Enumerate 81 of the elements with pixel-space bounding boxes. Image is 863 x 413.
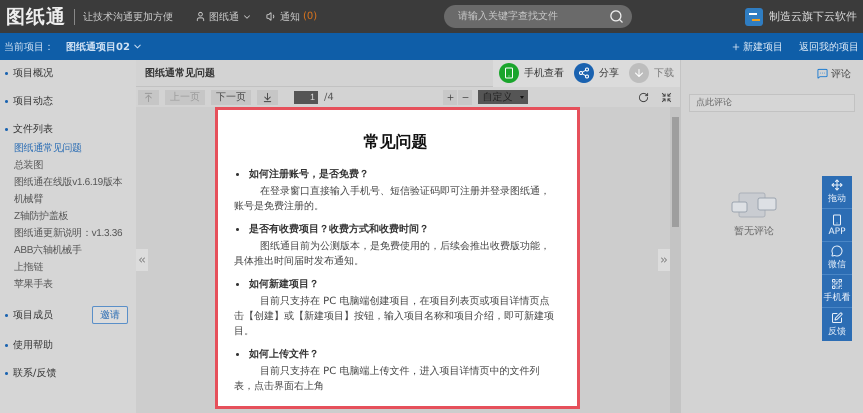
- bullet-icon: [5, 344, 8, 346]
- comments-title: 评论: [831, 68, 851, 80]
- search-input[interactable]: 请输入关键字查找文件: [456, 10, 610, 23]
- back-link[interactable]: 返回我的项目: [799, 40, 859, 54]
- answer: 目前只支持在 PC 电脑端上传文件，进入项目详情页中的文件列表，点击界面右上角: [234, 364, 540, 394]
- double-chevron-right-icon: [659, 255, 669, 265]
- file-item[interactable]: 图纸通更新说明：v1.3.36: [14, 226, 136, 240]
- refresh-icon[interactable]: [638, 92, 649, 102]
- new-project-link[interactable]: 新建项目: [731, 40, 783, 54]
- document-heading: 常见问题: [362, 132, 428, 153]
- bullet-icon: [236, 172, 239, 176]
- file-item[interactable]: 机械臂: [14, 192, 136, 206]
- search-icon[interactable]: [609, 9, 624, 24]
- download-icon: [629, 63, 649, 83]
- last-page-icon: [262, 92, 273, 102]
- brand-logo-icon: [744, 8, 763, 26]
- brand-name: 制造云旗下云软件: [768, 9, 857, 24]
- current-project-label: 当前项目：: [4, 40, 54, 54]
- expand-right-button[interactable]: [658, 249, 670, 271]
- page-total: /4: [324, 92, 334, 102]
- phone-icon: [831, 214, 843, 226]
- plus-icon: [731, 42, 741, 52]
- zoom-in-button[interactable]: [443, 90, 458, 104]
- qr-code-icon: [831, 278, 843, 290]
- first-page-icon: [143, 92, 154, 102]
- bullet-icon: [5, 72, 8, 74]
- bullet-icon: [5, 128, 8, 130]
- file-item[interactable]: ABB六轴机械手: [14, 243, 136, 257]
- double-chevron-left-icon: [137, 255, 147, 265]
- app-logo: 图纸通: [6, 4, 66, 30]
- sidebar-item[interactable]: 联系/反馈: [13, 366, 56, 380]
- sidebar-item[interactable]: 使用帮助: [13, 338, 53, 352]
- empty-comments-text: 暂无评论: [734, 224, 774, 238]
- speaker-icon: [266, 11, 277, 22]
- question: 如何上传文件？: [249, 348, 319, 361]
- file-item[interactable]: 图纸通在线版v1.6.19版本: [14, 175, 136, 189]
- user-menu[interactable]: 图纸通: [195, 10, 252, 24]
- plus-icon: [446, 92, 455, 102]
- bullet-icon: [236, 228, 239, 230]
- phone-button[interactable]: 手机查看: [499, 63, 564, 83]
- bullet-icon: [5, 372, 8, 374]
- file-item[interactable]: 苹果手表: [14, 277, 136, 291]
- search-field[interactable]: 请输入关键字查找文件: [444, 5, 632, 28]
- move-icon: [831, 179, 843, 191]
- next-page-button[interactable]: 下一页: [211, 90, 251, 104]
- bullet-icon: [5, 100, 8, 102]
- share-button[interactable]: 分享: [574, 63, 619, 83]
- sidebar-item[interactable]: 项目成员: [13, 308, 53, 322]
- sidebar-item[interactable]: 项目动态: [13, 94, 53, 108]
- phone-icon: [499, 63, 519, 83]
- question: 如何注册账号，是否免费？: [249, 167, 369, 181]
- share-icon: [574, 63, 594, 83]
- document-title: 图纸通常见问题: [145, 66, 215, 80]
- file-item[interactable]: Z轴防护盖板: [14, 209, 136, 223]
- zoom-out-button[interactable]: [458, 90, 472, 104]
- file-item[interactable]: 图纸通常见问题: [14, 141, 136, 155]
- question: 是否有收费项目？收费方式和收费时间？: [249, 222, 429, 236]
- bullet-icon: [236, 352, 239, 356]
- answer: 图纸通目前为公测版本，是免费使用的，后续会推出收费版功能，具体推出时间届时发布通知。: [234, 240, 551, 269]
- file-item[interactable]: 上拖链: [14, 260, 136, 274]
- notice-link[interactable]: 通知 (0): [266, 10, 318, 24]
- bullet-icon: [236, 282, 239, 286]
- slogan: 让技术沟通更加方便: [83, 10, 173, 24]
- sidebar-item[interactable]: 项目概况: [13, 66, 53, 80]
- last-page-button[interactable]: [257, 90, 278, 104]
- invite-button[interactable]: 邀请: [92, 306, 128, 324]
- sidebar-item[interactable]: 文件列表: [13, 122, 53, 136]
- page-number-field[interactable]: 1: [294, 90, 318, 104]
- comment-field[interactable]: 点此评论: [689, 94, 855, 112]
- comment-icon: [817, 68, 828, 79]
- scrollbar[interactable]: [670, 107, 680, 413]
- user-icon: [195, 11, 206, 22]
- shrink-icon[interactable]: [660, 92, 672, 102]
- collapse-left-button[interactable]: [136, 249, 148, 271]
- file-item[interactable]: 总装图: [14, 158, 136, 172]
- answer: 在登录窗口直接输入手机号、短信验证码即可注册并登录图纸通，账号是免费注册的。: [234, 184, 551, 214]
- project-selector[interactable]: 图纸通项目02: [66, 40, 143, 54]
- question: 如何新建项目？: [249, 277, 319, 291]
- edit-icon: [831, 312, 843, 324]
- bullet-icon: [5, 314, 8, 316]
- answer: 目前只支持在 PC 电脑端创建项目，在项目列表页或项目详情页点击【创建】或【新建项目】按钮，输入项目名称和项目介绍，即可新建项目。: [234, 294, 555, 339]
